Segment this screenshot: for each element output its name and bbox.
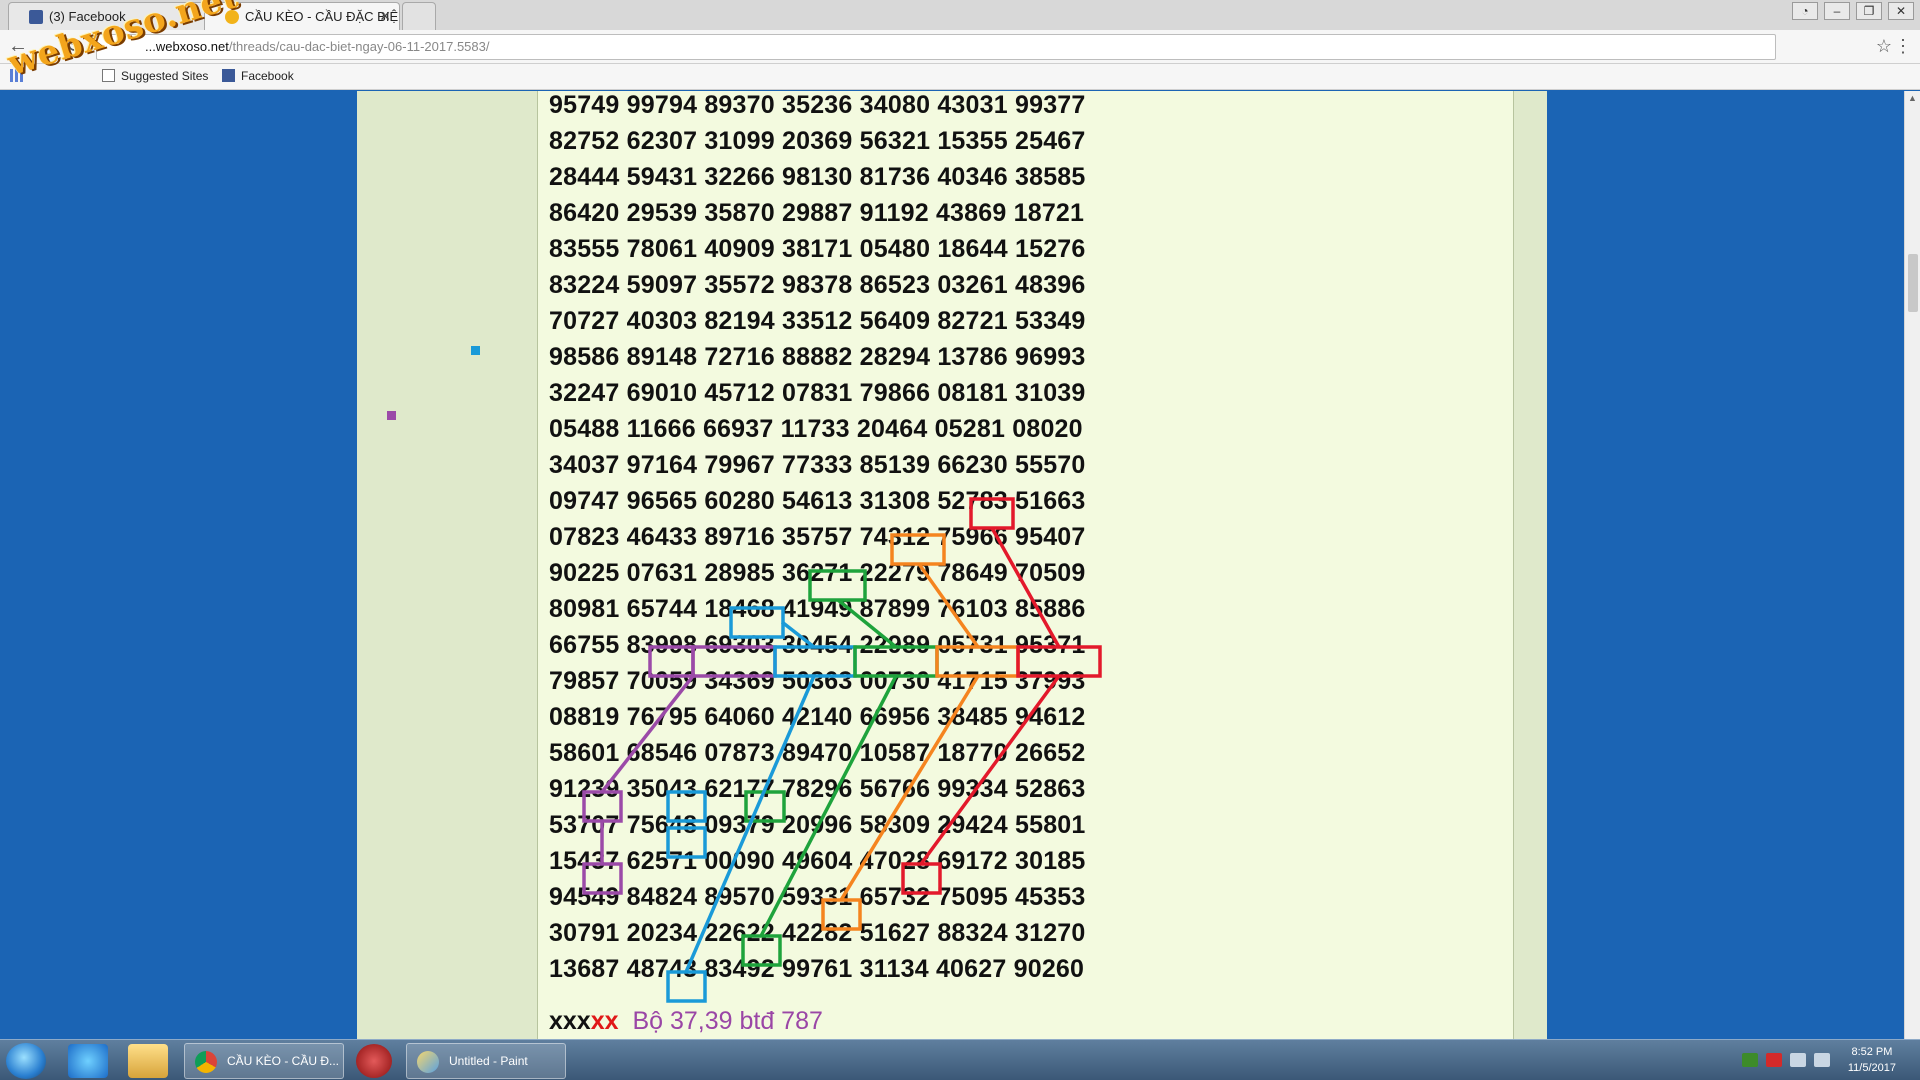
file-explorer-icon[interactable] [128,1044,168,1078]
bookmarks-bar: Suggested Sites Facebook [0,64,1920,90]
system-tray: 8:52 PM 11/5/2017 [1660,1040,1920,1080]
lottery-row: 82752 62307 31099 20369 56321 15355 2546… [549,127,1086,155]
bookmark-star-icon[interactable]: ☆ [1876,36,1892,57]
tab-label: CẦU KÈO - CẦU ĐẶC BIỆ [245,9,399,24]
lottery-row: 28444 59431 32266 98130 81736 40346 3858… [549,163,1086,191]
url-path: /threads/cau-dac-biet-ngay-06-11-2017.55… [228,39,490,54]
lottery-row: 58601 68546 07873 89470 10587 18770 2665… [549,739,1086,767]
browser-toolbar: ← → ↻ ...webxoso.net/threads/cau-dac-bie… [0,30,1920,64]
nvidia-icon[interactable] [1742,1053,1758,1067]
scroll-up-icon[interactable]: ▲ [1908,93,1917,103]
lottery-row: 83555 78061 40909 38171 05480 18644 1527… [549,235,1086,263]
bookmark-suggested-sites[interactable]: Suggested Sites [102,69,208,83]
antivirus-icon[interactable] [1766,1053,1782,1067]
blue-dot [471,346,480,355]
lottery-row: 15437 62571 00090 49604 47028 69172 3018… [549,847,1086,875]
web-page: 95749 99794 89370 35236 34080 43031 9937… [0,91,1920,1039]
chrome-icon [195,1051,217,1073]
lottery-row: 95749 99794 89370 35236 34080 43031 9937… [549,91,1086,119]
minimize-button[interactable]: – [1824,2,1850,20]
footer-prefix: xxx [549,1007,591,1035]
lottery-row: 30791 20234 22622 42282 51627 88324 3127… [549,919,1086,947]
lottery-row: 13687 48743 83492 99761 31134 40627 9026… [549,955,1085,983]
lottery-row: 94549 84824 89570 59331 65732 75095 4535… [549,883,1086,911]
lottery-row: 86420 29539 35870 29887 91192 43869 1872… [549,199,1085,227]
close-tab-icon[interactable]: ✕ [379,8,391,25]
volume-icon[interactable] [1814,1053,1830,1067]
bookmark-label: Suggested Sites [121,69,209,83]
page-icon [102,69,115,82]
taskbar-app-label: Untitled - Paint [449,1054,528,1068]
taskbar-paint-window[interactable]: Untitled - Paint [406,1043,566,1079]
lottery-row: 05488 11666 66937 11733 20464 05281 0802… [549,415,1083,443]
taskbar-chrome-window[interactable]: CẦU KÈO - CẦU Đ... [184,1043,344,1079]
clock[interactable]: 8:52 PM 11/5/2017 [1848,1044,1896,1076]
window-controls: ◔ – ❐ ✕ [1792,2,1914,20]
right-border [1513,91,1547,1039]
taskbar-app-label: CẦU KÈO - CẦU Đ... [227,1054,340,1068]
menu-icon[interactable]: ⋮ [1894,36,1912,57]
lottery-row: 53707 75648 09379 20996 58309 29424 5580… [549,811,1086,839]
forum-sidebar [357,91,537,1039]
start-button[interactable] [6,1043,46,1079]
network-icon[interactable] [1790,1053,1806,1067]
facebook-icon [222,69,235,82]
lottery-row: 34037 97164 79967 77333 85139 66230 5557… [549,451,1086,479]
browser-tab-bar: (3) Facebook CẦU KÈO - CẦU ĐẶC BIỆ ✕ ◔ –… [0,0,1920,30]
lottery-row: 90225 07631 28985 36271 22279 78649 7050… [549,559,1086,587]
lottery-row: 83224 59097 35572 98378 86523 03261 4839… [549,271,1086,299]
purple-dot [387,411,396,420]
page-scrollbar[interactable]: ▲ [1904,91,1920,1039]
lottery-row: 91239 35043 62177 78296 56766 99334 5286… [549,775,1086,803]
bookmark-label: Facebook [241,69,294,83]
internet-explorer-icon[interactable] [68,1044,108,1078]
post-content: 95749 99794 89370 35236 34080 43031 9937… [537,91,1513,1039]
close-window-button[interactable]: ✕ [1888,2,1914,20]
paint-icon [417,1051,439,1073]
lottery-row: 66755 83998 69303 30454 22989 05731 9537… [549,631,1086,659]
lottery-row: 09747 96565 60280 54613 31308 52783 5166… [549,487,1086,515]
lottery-row: 98586 89148 72716 88882 28294 13786 9699… [549,343,1086,371]
restore-button[interactable]: ❐ [1856,2,1882,20]
url-host: ...webxoso.net [145,39,229,54]
lottery-row: 07823 46433 89716 35757 74312 75966 9540… [549,523,1086,551]
app-icon[interactable] [356,1044,392,1078]
lottery-row: 32247 69010 45712 07831 79866 08181 3103… [549,379,1086,407]
bookmark-facebook[interactable]: Facebook [222,69,294,83]
scroll-thumb[interactable] [1908,254,1918,312]
footer-note: Bộ 37,39 btđ 787 [632,1007,823,1035]
lottery-row: 08819 76795 64060 42140 66956 38485 9461… [549,703,1086,731]
user-icon[interactable]: ◔ [1792,2,1818,20]
footer-prefix-red: xx [590,1007,619,1035]
post-footer: xxxxx Bộ 37,39 btđ 787 [549,1007,823,1036]
lottery-row: 70727 40303 82194 33512 56409 82721 5334… [549,307,1086,335]
lottery-row: 80981 65744 18468 41949 87899 76103 8588… [549,595,1086,623]
lottery-results-grid: 95749 99794 89370 35236 34080 43031 9937… [538,91,1514,1039]
windows-taskbar: CẦU KÈO - CẦU Đ... Untitled - Paint 8:52… [0,1039,1920,1080]
clock-time: 8:52 PM [1851,1046,1893,1058]
facebook-icon [29,10,43,24]
clock-date: 11/5/2017 [1847,1062,1896,1074]
lottery-row: 79857 70059 34369 50363 00730 41715 3799… [549,667,1086,695]
address-bar[interactable]: ...webxoso.net/threads/cau-dac-biet-ngay… [96,34,1776,60]
new-tab-button[interactable] [402,2,436,30]
